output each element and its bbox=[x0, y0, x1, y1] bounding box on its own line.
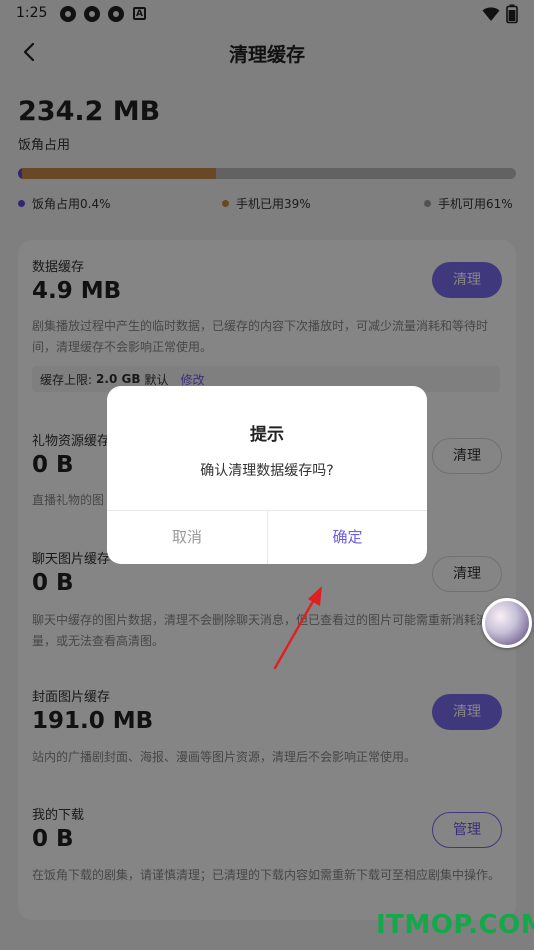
dialog-confirm-button[interactable]: 确定 bbox=[268, 511, 427, 564]
watermark-text: ITMOP.COM bbox=[376, 910, 534, 940]
confirm-dialog: 提示 确认清理数据缓存吗? 取消 确定 bbox=[107, 386, 427, 564]
dialog-title: 提示 bbox=[250, 425, 284, 445]
annotation-arrow-icon bbox=[273, 586, 322, 670]
dialog-cancel-button[interactable]: 取消 bbox=[107, 511, 267, 564]
dialog-message: 确认清理数据缓存吗? bbox=[200, 463, 334, 479]
floating-avatar-button[interactable] bbox=[482, 598, 532, 648]
